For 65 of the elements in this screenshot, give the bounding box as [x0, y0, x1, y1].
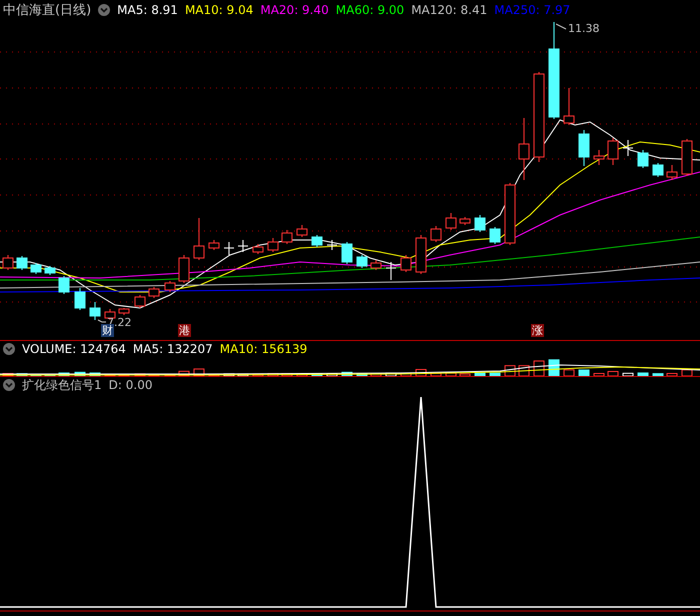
doji-candlestick — [238, 240, 248, 252]
candlestick — [460, 216, 470, 226]
ma-legend-value: MA120: 8.41 — [411, 3, 488, 17]
candlestick — [164, 280, 176, 292]
leader-line — [98, 320, 106, 322]
candlestick — [342, 242, 352, 264]
leader-line — [556, 24, 566, 30]
candlestick — [90, 302, 100, 320]
collapse-icon[interactable] — [3, 379, 15, 391]
candlestick — [44, 266, 56, 276]
ma-legend-value: MA5: 8.91 — [117, 3, 178, 17]
doji-candlestick — [386, 262, 396, 280]
stock-title: 中信海直(日线) — [3, 2, 92, 19]
candlestick — [594, 150, 604, 166]
doji-candlestick — [224, 242, 234, 256]
indicator-name: 扩化绿色信号1 — [22, 376, 102, 394]
candlestick — [504, 182, 516, 246]
candlestick — [446, 212, 456, 230]
candlestick — [578, 130, 590, 166]
candlestick — [430, 226, 442, 242]
ma-legend-value: MA20: 9.40 — [260, 3, 329, 17]
collapse-icon[interactable] — [98, 4, 110, 16]
candlestick — [356, 254, 368, 268]
volume-legend-value: MA10: 156139 — [220, 342, 308, 356]
candlestick — [16, 256, 28, 270]
candlestick — [490, 226, 500, 244]
volume-legend-value: MA5: 132207 — [132, 342, 213, 356]
candlestick — [30, 262, 42, 274]
event-badge[interactable]: 财 — [101, 324, 114, 337]
high-price-label: 11.38 — [568, 22, 600, 35]
doji-candlestick — [326, 240, 338, 250]
volume-legend-value: VOLUME: 124764 — [22, 342, 126, 356]
candlestick — [118, 308, 130, 316]
ma-legend-value: MA60: 9.00 — [336, 3, 404, 17]
candlestick — [2, 254, 14, 270]
event-badge[interactable]: 涨 — [531, 324, 544, 337]
candlestick — [194, 218, 204, 260]
ma-legend-value: MA10: 9.04 — [184, 3, 254, 17]
collapse-icon[interactable] — [3, 343, 15, 355]
candlestick — [208, 240, 220, 250]
candlestick — [252, 244, 264, 254]
candlestick — [296, 224, 308, 238]
candlestick — [652, 162, 664, 178]
candlestick — [134, 294, 146, 308]
candlestick — [474, 214, 486, 232]
candlestick — [268, 238, 278, 252]
candlestick — [518, 118, 530, 180]
indicator-legend-value: D: 0.00 — [108, 378, 152, 392]
doji-candlestick — [622, 140, 634, 156]
candlestick — [178, 254, 190, 284]
candlestick — [608, 138, 618, 166]
candlestick — [400, 254, 412, 272]
candlestick — [416, 234, 426, 274]
candlestick — [564, 88, 574, 126]
ma-legend-value: MA250: 7.97 — [494, 3, 570, 17]
candlestick — [312, 234, 322, 248]
candlestick — [74, 288, 86, 310]
candlestick — [682, 138, 692, 176]
event-badge[interactable]: 港 — [178, 324, 191, 337]
candlestick — [58, 276, 70, 294]
candlestick — [282, 230, 292, 244]
candlestick — [148, 286, 160, 298]
candlestick — [638, 150, 648, 168]
candlestick — [370, 260, 382, 270]
candlestick — [666, 164, 678, 180]
